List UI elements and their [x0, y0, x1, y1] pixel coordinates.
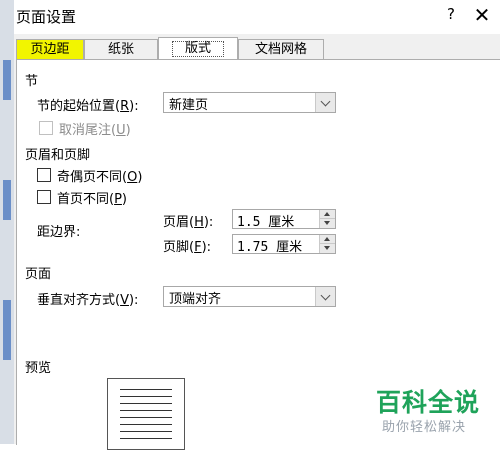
arrow-up-icon	[324, 212, 330, 216]
footer-distance-spinner[interactable]: 1.75 厘米	[232, 234, 336, 255]
spin-down-button[interactable]	[319, 219, 335, 228]
suppress-endnotes-checkbox[interactable]	[39, 121, 53, 135]
preview-text-line	[120, 396, 172, 397]
dropdown-button[interactable]	[315, 93, 335, 112]
arrow-up-icon	[324, 237, 330, 241]
from-edge-label: 距边界:	[37, 225, 81, 240]
tab-label: 文档网格	[254, 42, 307, 57]
tab-document-grid[interactable]: 文档网格	[238, 39, 324, 59]
first-page-label: 首页不同(P)	[57, 192, 127, 207]
chevron-down-icon	[320, 290, 331, 300]
vertical-alignment-label: 垂直对齐方式(V):	[37, 293, 139, 308]
background-window-marker	[3, 300, 11, 360]
vertical-alignment-select[interactable]: 顶端对齐	[163, 286, 336, 307]
header-footer-heading: 页眉和页脚	[25, 148, 91, 163]
page-preview	[107, 378, 185, 450]
spin-up-button[interactable]	[319, 210, 335, 219]
arrow-down-icon	[324, 246, 330, 250]
watermark-brand: 百科全说	[376, 388, 481, 417]
preview-text-line	[120, 431, 172, 432]
tab-layout[interactable]: 版式	[158, 37, 238, 61]
header-distance-label: 页眉(H):	[163, 215, 214, 230]
first-page-checkbox[interactable]	[37, 190, 51, 204]
preview-text-line	[120, 403, 172, 404]
background-window-marker	[3, 180, 11, 220]
vertical-alignment-value: 顶端对齐	[169, 292, 222, 307]
section-heading: 节	[25, 74, 39, 89]
background-window-strip	[0, 0, 15, 444]
header-distance-spinner[interactable]: 1.5 厘米	[232, 209, 336, 230]
footer-distance-value: 1.75 厘米	[237, 240, 303, 255]
preview-text-line	[120, 389, 172, 390]
preview-text-line	[120, 438, 172, 439]
page-heading: 页面	[25, 267, 52, 282]
tab-label: 版式	[171, 41, 224, 57]
tab-label: 页边距	[30, 42, 70, 57]
spin-up-button[interactable]	[319, 235, 335, 244]
preview-heading: 预览	[25, 361, 52, 376]
dropdown-button[interactable]	[315, 287, 335, 306]
tab-strip: 页边距 纸张 版式 文档网格	[14, 34, 500, 61]
watermark-slogan: 助你轻松解决	[382, 420, 467, 435]
arrow-down-icon	[324, 221, 330, 225]
section-start-label: 节的起始位置(R):	[37, 99, 139, 114]
spin-down-button[interactable]	[319, 244, 335, 253]
chevron-down-icon	[320, 96, 331, 106]
tab-label: 纸张	[107, 42, 134, 57]
preview-text-line	[120, 417, 172, 418]
background-window-marker	[3, 60, 11, 100]
close-button[interactable]: ✕	[470, 4, 494, 28]
odd-even-checkbox[interactable]	[37, 168, 51, 182]
section-start-value: 新建页	[169, 98, 209, 113]
watermark: 百科全说 助你轻松解决	[360, 383, 490, 441]
header-distance-value: 1.5 厘米	[237, 215, 295, 230]
tab-margins[interactable]: 页边距	[16, 39, 84, 59]
footer-distance-label: 页脚(F):	[163, 240, 212, 255]
preview-text-line	[120, 410, 172, 411]
odd-even-label: 奇偶页不同(O)	[57, 170, 143, 185]
tab-paper[interactable]: 纸张	[84, 39, 158, 59]
help-button[interactable]: ?	[441, 5, 461, 27]
title-bar: 页面设置 ? ✕	[14, 0, 500, 34]
dialog-title: 页面设置	[16, 8, 77, 26]
section-start-select[interactable]: 新建页	[163, 92, 336, 113]
suppress-endnotes-label: 取消尾注(U)	[59, 123, 131, 138]
preview-text-line	[120, 424, 172, 425]
